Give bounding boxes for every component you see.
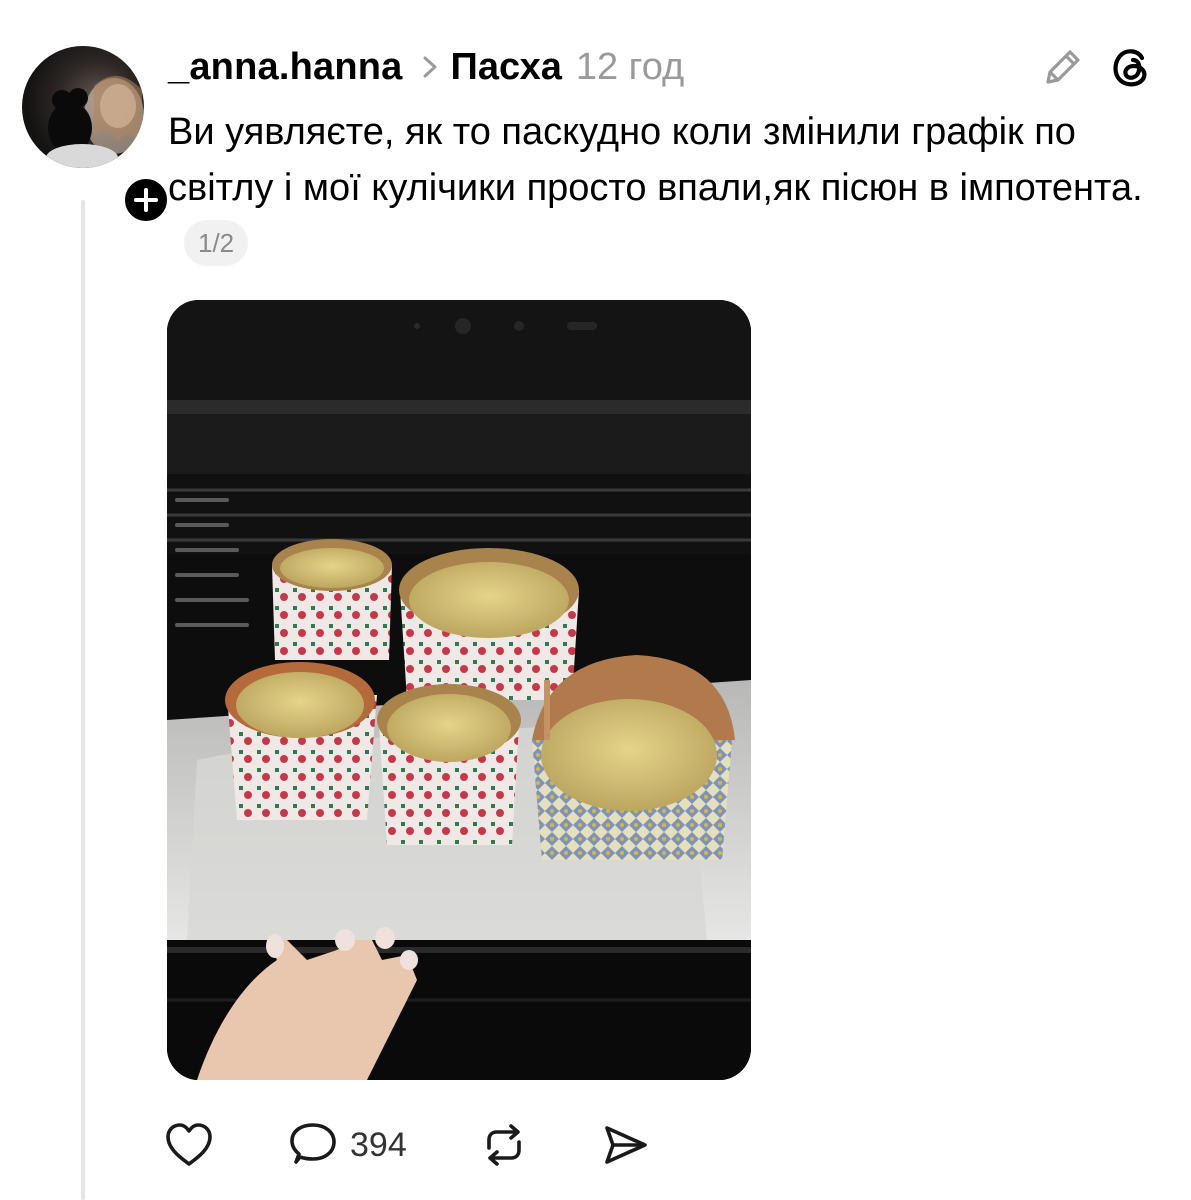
avatar-photo <box>46 75 144 168</box>
pencil-icon[interactable] <box>1040 44 1086 90</box>
oven-photo <box>167 300 751 1080</box>
repost-icon <box>486 1124 521 1166</box>
page-indicator-badge: 1/2 <box>184 220 249 266</box>
send-icon <box>604 1126 647 1164</box>
reply-count: 394 <box>350 1125 407 1164</box>
username-link[interactable]: _anna.hanna <box>168 46 403 89</box>
post-photo[interactable] <box>167 300 751 1080</box>
chevron-right-icon <box>423 56 437 78</box>
heart-icon <box>166 1123 212 1166</box>
reply-button[interactable]: 394 <box>286 1120 407 1170</box>
plus-icon <box>134 188 158 212</box>
share-button[interactable] <box>599 1120 653 1170</box>
action-bar: 394 <box>162 1110 653 1180</box>
comment-icon <box>290 1123 336 1164</box>
repost-button[interactable] <box>477 1120 531 1170</box>
thread-connector-line <box>81 200 85 1200</box>
post-body: Ви уявляєте, як то паскудно коли змінили… <box>168 104 1158 272</box>
post-timestamp: 12 год <box>575 45 685 88</box>
topic-tag-link[interactable]: Пасха <box>451 46 562 89</box>
threads-logo-icon[interactable] <box>1108 44 1154 90</box>
avatar[interactable] <box>22 46 144 168</box>
post-text: Ви уявляєте, як то паскудно коли змінили… <box>168 111 1143 209</box>
post-header: _anna.hanna Пасха 12 год <box>168 38 684 96</box>
like-button[interactable] <box>162 1120 216 1170</box>
follow-plus-button[interactable] <box>120 174 172 226</box>
